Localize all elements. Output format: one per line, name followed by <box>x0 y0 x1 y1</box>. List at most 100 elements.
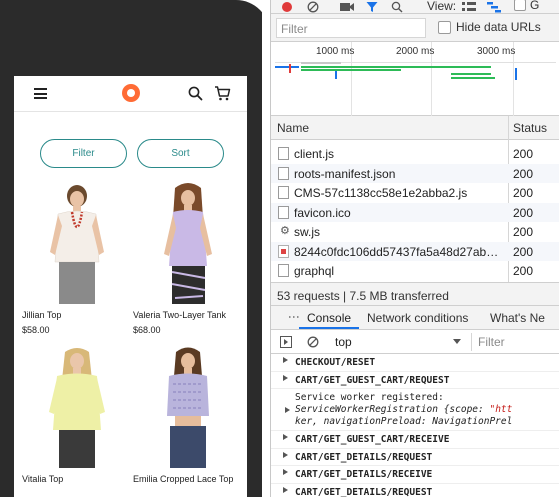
device-emulator: Filter Sort Jillian Top $58.00 Valeria T… <box>0 0 270 497</box>
filter-input[interactable]: Filter <box>276 18 426 38</box>
large-rows-icon[interactable] <box>462 1 476 13</box>
file-icon <box>278 166 289 180</box>
timeline-load-marker <box>515 68 517 80</box>
expand-arrow-icon[interactable] <box>283 469 288 475</box>
product-card[interactable]: Emilia Cropped Lace Top <box>133 346 243 489</box>
console-message[interactable]: CART/GET_GUEST_CART/RECEIVE <box>271 431 559 449</box>
table-row[interactable]: CMS-57c1138cc58e1e2abba2.js 200 <box>271 183 559 203</box>
requests-table: client.js 200 roots-manifest.json 200 CM… <box>271 144 559 281</box>
console-log: CHECKOUT/RESET CART/GET_GUEST_CART/REQUE… <box>271 354 559 497</box>
clear-icon[interactable] <box>307 1 319 13</box>
network-toolbar: View: G <box>271 0 559 14</box>
sw-message-text: Service worker registered: <box>295 392 444 403</box>
table-row[interactable]: client.js 200 <box>271 144 559 164</box>
request-status: 200 <box>513 264 534 278</box>
table-row[interactable]: ⚙ sw.js 200 <box>271 222 559 242</box>
request-name[interactable]: 8244c0fdc106dd57437fa5a48d27ab0d.... <box>294 245 502 259</box>
request-name[interactable]: roots-manifest.json <box>294 167 502 181</box>
capture-screenshots-icon[interactable] <box>340 2 354 12</box>
request-status: 200 <box>513 147 534 161</box>
product-name[interactable]: Valeria Two-Layer Tank <box>133 310 243 320</box>
product-image[interactable] <box>22 182 132 304</box>
request-status: 200 <box>513 205 534 220</box>
product-image[interactable] <box>22 346 132 468</box>
group-by-frame-checkbox[interactable] <box>514 0 526 11</box>
filter-icon[interactable] <box>366 1 378 13</box>
product-name[interactable]: Jillian Top <box>22 310 132 320</box>
expand-arrow-icon[interactable] <box>283 486 288 493</box>
product-card[interactable]: Valeria Two-Layer Tank $68.00 <box>133 182 243 335</box>
shopping-cart-icon[interactable] <box>214 85 231 102</box>
table-row[interactable]: favicon.ico 200 <box>271 202 559 222</box>
divider <box>262 0 270 497</box>
request-name[interactable]: graphql <box>294 264 502 278</box>
chevron-down-icon[interactable] <box>453 339 461 344</box>
console-message[interactable]: CHECKOUT/RESET <box>271 354 559 372</box>
search-icon[interactable] <box>391 1 403 13</box>
timeline-bar <box>301 66 491 68</box>
tab-whats-new[interactable]: What's Ne <box>490 311 545 325</box>
request-status: 200 <box>513 244 534 259</box>
drawer-menu-icon[interactable]: ⋮ <box>287 311 301 322</box>
request-status: 200 <box>513 225 534 239</box>
product-name[interactable]: Emilia Cropped Lace Top <box>133 474 243 484</box>
hide-data-urls-label: Hide data URLs <box>456 20 541 34</box>
request-status: 200 <box>513 166 534 181</box>
sort-button[interactable]: Sort <box>137 139 224 168</box>
view-label: View: <box>427 0 457 13</box>
request-name[interactable]: CMS-57c1138cc58e1e2abba2.js <box>294 186 502 200</box>
store-logo-icon[interactable] <box>122 84 140 102</box>
console-message[interactable]: CART/GET_DETAILS/REQUEST <box>271 449 559 466</box>
timeline-bar <box>451 77 495 79</box>
product-name[interactable]: Vitalia Top <box>22 474 132 484</box>
sidebar-toggle-icon[interactable] <box>280 336 292 348</box>
table-row[interactable]: 8244c0fdc106dd57437fa5a48d27ab0d.... 200 <box>271 241 559 261</box>
product-image[interactable] <box>133 182 243 304</box>
context-select[interactable]: top <box>335 335 352 349</box>
request-name[interactable]: favicon.ico <box>294 206 502 220</box>
console-message[interactable]: Service worker registered: ServiceWorker… <box>271 389 559 431</box>
hide-data-urls-checkbox[interactable] <box>438 21 451 34</box>
search-icon[interactable] <box>188 86 203 101</box>
product-image[interactable] <box>133 346 243 468</box>
console-message[interactable]: CART/GET_DETAILS/REQUEST <box>271 484 559 497</box>
filter-button[interactable]: Filter <box>40 139 127 168</box>
expand-arrow-icon[interactable] <box>285 407 290 413</box>
request-name[interactable]: sw.js <box>294 225 502 239</box>
network-overview-timeline[interactable]: 1000 ms 2000 ms 3000 ms <box>271 42 559 116</box>
expand-arrow-icon[interactable] <box>283 357 288 363</box>
name-column-header[interactable]: Name <box>277 121 309 135</box>
hamburger-menu-icon[interactable] <box>34 88 47 99</box>
timeline-bar <box>335 71 337 79</box>
active-tab-indicator <box>299 327 359 329</box>
tab-network-conditions[interactable]: Network conditions <box>367 311 468 325</box>
table-row[interactable]: graphql 200 <box>271 261 559 281</box>
table-row[interactable]: roots-manifest.json 200 <box>271 163 559 183</box>
product-price: $68.00 <box>133 325 161 335</box>
product-card[interactable]: Jillian Top $58.00 <box>22 182 132 335</box>
product-card[interactable]: Vitalia Top <box>22 346 132 489</box>
image-icon <box>278 244 289 258</box>
filter-row: Filter Hide data URLs <box>271 14 559 42</box>
console-message[interactable]: CART/GET_DETAILS/RECEIVE <box>271 466 559 484</box>
store-header <box>14 76 247 112</box>
expand-arrow-icon[interactable] <box>283 374 288 381</box>
tab-console[interactable]: Console <box>307 311 351 325</box>
request-name[interactable]: client.js <box>294 147 502 161</box>
timeline-bar <box>275 66 299 68</box>
timeline-bar <box>451 73 491 75</box>
record-icon[interactable] <box>281 1 293 13</box>
console-message[interactable]: CART/GET_GUEST_CART/REQUEST <box>271 372 559 389</box>
timeline-bar <box>301 69 401 71</box>
expand-arrow-icon[interactable] <box>283 451 288 458</box>
gear-icon: ⚙ <box>280 225 290 237</box>
timeline-tick: 3000 ms <box>477 46 516 57</box>
file-icon <box>278 205 289 219</box>
status-column-header[interactable]: Status <box>513 121 547 135</box>
console-filter-input[interactable]: Filter <box>471 333 559 351</box>
timeline-bar <box>301 62 341 64</box>
devtools-panel: View: G Filter Hide data URLs 1000 ms 20… <box>270 0 559 497</box>
clear-console-icon[interactable] <box>307 336 319 348</box>
waterfall-icon[interactable] <box>487 1 501 13</box>
expand-arrow-icon[interactable] <box>283 434 288 440</box>
